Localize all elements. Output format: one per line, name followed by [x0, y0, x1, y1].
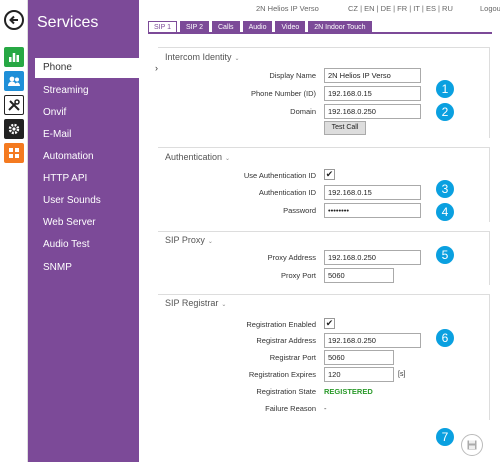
sidebar-item-snmp[interactable]: SNMP — [35, 258, 166, 278]
users-icon[interactable] — [4, 71, 24, 91]
proxy-address-label: Proxy Address — [267, 253, 316, 262]
test-call-button[interactable]: Test Call — [324, 121, 366, 135]
registration-enabled-checkbox[interactable]: ✔ — [324, 318, 335, 329]
callout-badge-1: 1 — [436, 80, 454, 98]
display-name-field[interactable]: 2N Helios IP Verso — [324, 68, 421, 83]
icon-rail — [0, 0, 28, 462]
callout-badge-5: 5 — [436, 246, 454, 264]
callout-badge-6: 6 — [436, 329, 454, 347]
callout-badge-2: 2 — [436, 103, 454, 121]
registration-enabled-label: Registration Enabled — [246, 320, 316, 329]
proxy-port-row: Proxy Port 5060 — [158, 268, 490, 284]
grid-icon[interactable] — [4, 143, 24, 163]
registration-expires-field[interactable]: 120 — [324, 367, 394, 382]
intercom-identity-title[interactable]: Intercom Identity ⌄ — [165, 52, 240, 62]
phone-number-label: Phone Number (ID) — [250, 89, 316, 98]
sidebar-item-streaming[interactable]: Streaming — [35, 81, 166, 101]
registration-state-value: REGISTERED — [324, 387, 373, 396]
failure-reason-label: Failure Reason — [265, 404, 316, 413]
callout-badge-7: 7 — [436, 428, 454, 446]
sidebar-item-web-server[interactable]: Web Server — [35, 213, 166, 233]
proxy-address-field[interactable]: 192.168.0.250 — [324, 250, 421, 265]
floppy-disk-icon — [467, 440, 477, 450]
logout-link[interactable]: Logout — [480, 4, 500, 13]
sidebar-item-onvif[interactable]: Onvif — [35, 103, 166, 123]
registrar-port-row: Registrar Port 5060 — [158, 350, 490, 366]
caret-icon: ⌄ — [207, 239, 213, 245]
auth-id-label: Authentication ID — [258, 188, 316, 197]
bar-chart-icon[interactable] — [4, 47, 24, 67]
password-field[interactable]: •••••••• — [324, 203, 421, 218]
sidebar-item-email[interactable]: E-Mail — [35, 125, 166, 145]
sip-registrar-title[interactable]: SIP Registrar ⌄ — [165, 298, 226, 308]
registrar-address-field[interactable]: 192.168.0.250 — [324, 333, 421, 348]
domain-field[interactable]: 192.168.0.250 — [324, 104, 421, 119]
caret-icon: ⌄ — [225, 156, 231, 162]
caret-icon: ⌄ — [221, 302, 227, 308]
language-selector[interactable]: CZ | EN | DE | FR | IT | ES | RU — [348, 4, 453, 13]
gear-icon[interactable] — [4, 119, 24, 139]
back-arrow-icon[interactable] — [4, 10, 24, 30]
tab-underline — [148, 32, 492, 34]
phone-number-field[interactable]: 192.168.0.15 — [324, 86, 421, 101]
sidebar-item-user-sounds[interactable]: User Sounds — [35, 191, 166, 211]
sidebar-title: Services — [37, 14, 99, 31]
use-auth-checkbox[interactable]: ✔ — [324, 169, 335, 180]
failure-reason-value: - — [324, 404, 327, 413]
expires-unit: [s] — [398, 371, 406, 378]
sidebar-item-http-api[interactable]: HTTP API — [35, 169, 166, 189]
registrar-port-field[interactable]: 5060 — [324, 350, 394, 365]
domain-label: Domain — [290, 107, 316, 116]
failure-reason-row: Failure Reason - — [158, 401, 490, 417]
save-button[interactable] — [461, 434, 483, 456]
password-label: Password — [283, 206, 316, 215]
proxy-port-label: Proxy Port — [280, 271, 316, 280]
sidebar-item-phone[interactable]: Phone › — [35, 58, 166, 78]
tools-icon[interactable] — [4, 95, 24, 115]
registration-expires-label: Registration Expires — [248, 370, 316, 379]
device-name: 2N Helios IP Verso — [256, 4, 319, 13]
registration-state-label: Registration State — [256, 387, 316, 396]
sidebar-item-audio-test[interactable]: Audio Test — [35, 235, 166, 255]
registration-expires-row: Registration Expires 120 [s] — [158, 367, 490, 383]
sidebar-item-label: Phone — [43, 62, 72, 73]
sidebar-item-automation[interactable]: Automation — [35, 147, 166, 167]
registrar-port-label: Registrar Port — [269, 353, 316, 362]
proxy-port-field[interactable]: 5060 — [324, 268, 394, 283]
registration-state-row: Registration State REGISTERED — [158, 384, 490, 400]
callout-badge-4: 4 — [436, 203, 454, 221]
test-call-row: Test Call — [158, 121, 490, 137]
use-auth-label: Use Authentication ID — [243, 171, 316, 180]
display-name-label: Display Name — [269, 71, 316, 80]
callout-badge-3: 3 — [436, 180, 454, 198]
top-bar: 2N Helios IP Verso CZ | EN | DE | FR | I… — [256, 4, 500, 13]
auth-id-field[interactable]: 192.168.0.15 — [324, 185, 421, 200]
authentication-title[interactable]: Authentication ⌄ — [165, 152, 230, 162]
caret-icon: ⌄ — [234, 56, 240, 62]
registrar-address-label: Registrar Address — [256, 336, 316, 345]
sip-proxy-title[interactable]: SIP Proxy ⌄ — [165, 235, 213, 245]
